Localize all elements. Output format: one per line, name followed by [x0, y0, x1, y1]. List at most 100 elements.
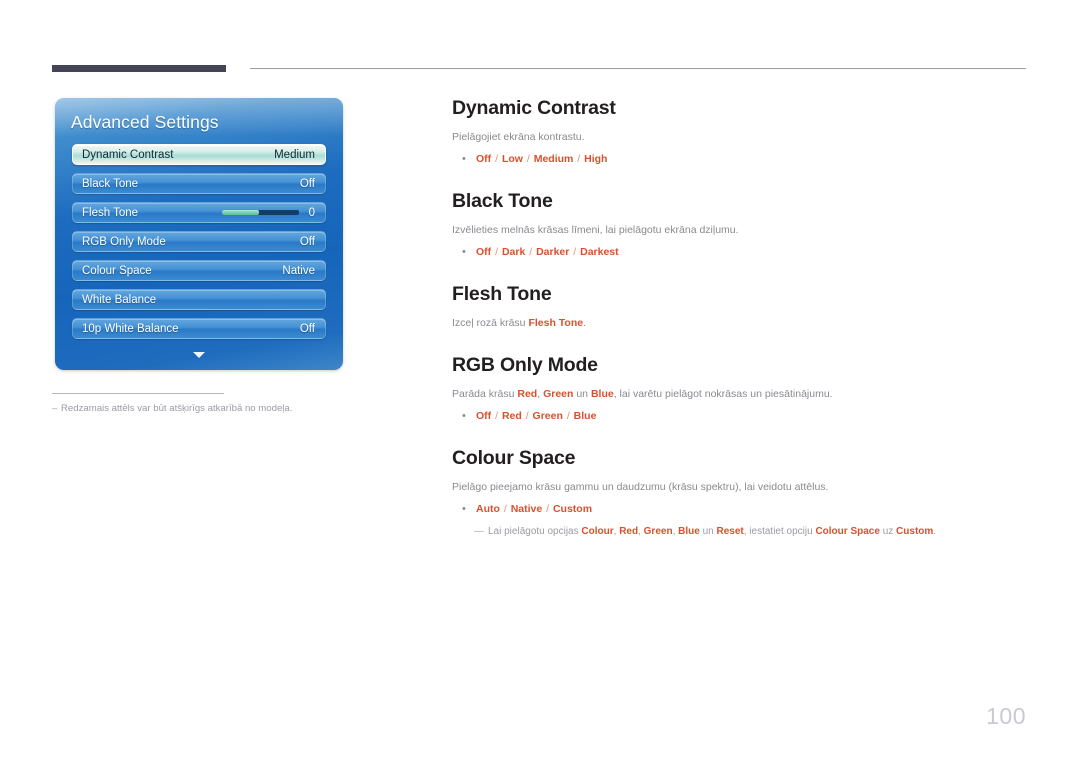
settings-row-label: RGB Only Mode [82, 235, 166, 248]
settings-row-dynamic-contrast[interactable]: Dynamic Contrast Medium [72, 144, 326, 165]
description-text: Parāda krāsu [452, 388, 518, 400]
caption-dash: – [52, 403, 58, 414]
section-options: • Off / Dark / Darker / Darkest [452, 245, 1032, 260]
section-description: Izceļ rozā krāsu Flesh Tone. [452, 316, 1032, 331]
slider-value: 0 [308, 206, 315, 219]
option-value: Darkest [580, 246, 619, 258]
option-value: Dark [501, 246, 526, 258]
slider-fill [222, 210, 259, 215]
section-heading: Black Tone [452, 190, 553, 212]
settings-row-label: Colour Space [82, 264, 152, 277]
option-value: Darker [536, 246, 570, 258]
settings-row-label: Black Tone [82, 177, 139, 190]
section-options: • Off / Low / Medium / High [452, 152, 1032, 167]
section-heading: RGB Only Mode [452, 354, 598, 376]
section-options: • Off / Red / Green / Blue [452, 409, 1032, 424]
highlight-term: Colour Space [815, 526, 880, 537]
option-values: Off / Low / Medium / High [476, 152, 607, 167]
option-values: Off / Dark / Darker / Darkest [476, 245, 619, 260]
section-dynamic-contrast: Dynamic Contrast Pielāgojiet ekrāna kontr… [452, 96, 1032, 167]
option-separator: / [492, 410, 501, 422]
settings-row-value: Off [299, 235, 315, 248]
settings-row-label: 10p White Balance [82, 322, 179, 335]
settings-row-10p-white-balance[interactable]: 10p White Balance Off [72, 318, 326, 339]
highlight-term: Custom [896, 526, 934, 537]
option-value: Custom [552, 503, 593, 515]
option-separator: / [574, 153, 584, 165]
highlight-term: Green [543, 388, 574, 400]
settings-row-value: Off [299, 322, 315, 335]
subnote-plain: uz [879, 526, 897, 537]
option-value: Native [510, 503, 543, 515]
highlight-term: Green [643, 526, 673, 537]
section-description: Izvēlieties melnās krāsas līmeni, lai pi… [452, 224, 739, 236]
subnote-plain: Lai pielāgotu opcijas [488, 526, 582, 537]
highlight-term: Red [517, 388, 538, 400]
section-description: Parāda krāsu Red, Green un Blue, lai var… [452, 387, 1032, 402]
page-number: 100 [986, 703, 1026, 729]
description-text: , lai varētu pielāgot nokrāsas un piesāt… [613, 388, 833, 400]
section-rgb-only-mode: RGB Only Mode Parāda krāsu Red, Green un … [452, 353, 1032, 424]
flesh-tone-slider[interactable]: 0 [222, 207, 315, 219]
section-options: • Auto / Native / Custom [452, 502, 1032, 517]
section-colour-space: Colour Space Pielāgo pieejamo krāsu gammu… [452, 446, 1032, 539]
option-values: Off / Red / Green / Blue [476, 409, 596, 424]
option-value: Green [532, 410, 563, 422]
option-value: High [584, 153, 608, 165]
settings-row-value: Medium [274, 148, 315, 161]
content-column: Dynamic Contrast Pielāgojiet ekrāna kontr… [452, 96, 1032, 539]
scroll-more-indicator[interactable] [55, 352, 343, 358]
caption-text: Redzamais attēls var būt atšķirīgs atkar… [61, 403, 293, 414]
option-separator: / [500, 503, 510, 515]
settings-row-colour-space[interactable]: Colour Space Native [72, 260, 326, 281]
settings-row-list: Dynamic Contrast Medium Black Tone Off Flesh… [72, 144, 326, 347]
highlight-term: Colour [581, 526, 614, 537]
panel-caption: – Redzamais attēls var būt atšķirīgs atka… [52, 402, 382, 416]
subnote-text: Lai pielāgotu opcijas Colour, Red, Green… [488, 524, 936, 539]
settings-row-label: Flesh Tone [82, 206, 139, 219]
bullet-icon: • [462, 410, 466, 422]
section-flesh-tone: Flesh Tone Izceļ rozā krāsu Flesh Tone. [452, 282, 1032, 331]
bullet-icon: • [462, 503, 466, 515]
settings-row-flesh-tone[interactable]: Flesh Tone 0 [72, 202, 326, 223]
subnote-dash-icon: — [474, 526, 484, 537]
settings-row-black-tone[interactable]: Black Tone Off [72, 173, 326, 194]
chevron-down-icon [193, 352, 205, 358]
settings-row-value: Off [299, 177, 315, 190]
description-text: Izceļ rozā krāsu [452, 317, 529, 329]
settings-row-white-balance[interactable]: White Balance [72, 289, 326, 310]
highlight-term: Red [619, 526, 639, 537]
subnote-plain: un [699, 526, 717, 537]
option-value: Off [476, 153, 492, 165]
section-heading: Flesh Tone [452, 283, 552, 305]
section-description: Pielāgojiet ekrāna kontrastu. [452, 131, 585, 143]
option-separator: / [570, 246, 580, 258]
section-description: Pielāgo pieejamo krāsu gammu un daudzumu… [452, 481, 829, 493]
description-text: un [573, 388, 591, 400]
settings-row-rgb-only-mode[interactable]: RGB Only Mode Off [72, 231, 326, 252]
option-value: Off [476, 246, 492, 258]
option-value: Off [476, 410, 492, 422]
slider-track[interactable] [222, 210, 299, 215]
option-value: Low [501, 153, 523, 165]
option-value: Auto [476, 503, 500, 515]
subnote-plain: . [933, 526, 937, 537]
highlight-term: Flesh Tone [528, 317, 584, 329]
highlight-term: Reset [716, 526, 744, 537]
settings-row-value: Native [282, 264, 315, 277]
option-value: Medium [533, 153, 574, 165]
advanced-settings-panel: Advanced Settings Dynamic Contrast Medium… [55, 98, 343, 370]
option-values: Auto / Native / Custom [476, 502, 592, 517]
subnote-plain: , iestatiet opciju [743, 526, 816, 537]
option-separator: / [492, 153, 501, 165]
option-separator: / [563, 410, 573, 422]
caption-divider [52, 393, 224, 394]
option-separator: / [543, 503, 552, 515]
option-separator: / [522, 410, 532, 422]
option-separator: / [526, 246, 536, 258]
section-black-tone: Black Tone Izvēlieties melnās krāsas līme… [452, 189, 1032, 260]
highlight-term: Blue [590, 388, 614, 400]
highlight-term: Blue [678, 526, 700, 537]
settings-row-label: White Balance [82, 293, 157, 306]
description-text: . [583, 317, 587, 329]
